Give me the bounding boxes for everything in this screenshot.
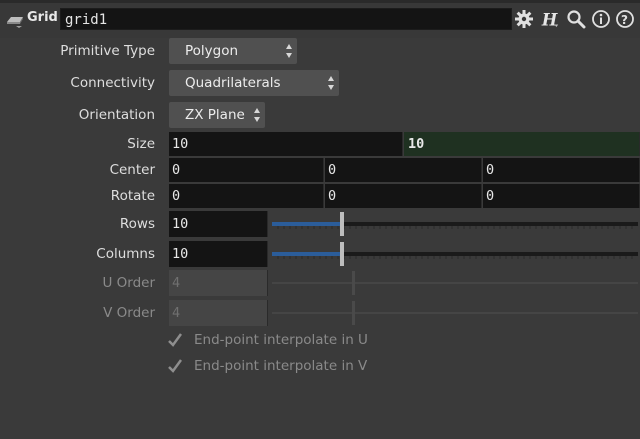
endpoint-u-label: End-point interpolate in U (194, 332, 368, 348)
columns-slider[interactable] (270, 242, 640, 266)
size-label: Size (127, 136, 155, 152)
rows-slider-handle[interactable] (340, 212, 344, 236)
svg-text:H: H (541, 10, 558, 29)
search-icon[interactable] (566, 9, 586, 29)
rotate-label: Rotate (110, 188, 155, 204)
center-x-input[interactable]: 0 (169, 158, 324, 182)
checkmark-icon (168, 333, 182, 347)
checkmark-icon (168, 359, 182, 373)
rows-slider[interactable] (270, 212, 640, 236)
orientation-menu[interactable]: ZX Plane (169, 102, 265, 128)
orientation-label: Orientation (78, 107, 155, 123)
endpoint-v-label: End-point interpolate in V (194, 358, 368, 374)
connectivity-menu[interactable]: Quadrilaterals (169, 70, 339, 96)
orientation-value: ZX Plane (185, 107, 245, 123)
help-icon[interactable]: ? (615, 9, 635, 29)
size-y-input[interactable]: 10 (404, 132, 640, 156)
connectivity-label: Connectivity (70, 75, 155, 91)
houdini-help-icon[interactable]: H (540, 9, 560, 29)
columns-slider-handle[interactable] (340, 242, 344, 266)
u-order-input: 4 (169, 270, 268, 296)
u-order-slider (272, 271, 638, 295)
top-divider (0, 0, 640, 3)
gear-icon[interactable] (514, 9, 534, 29)
parameter-header: Grid grid1 H ? (0, 0, 640, 38)
rotate-y-input[interactable]: 0 (325, 184, 482, 208)
center-y-input[interactable]: 0 (325, 158, 482, 182)
connectivity-value: Quadrilaterals (185, 75, 281, 91)
v-order-input: 4 (169, 300, 268, 326)
node-name-input[interactable]: grid1 (60, 8, 512, 30)
updown-arrows-icon (254, 108, 260, 122)
primitive-type-menu[interactable]: Polygon (169, 38, 297, 64)
info-icon[interactable] (591, 9, 611, 29)
v-order-label: V Order (103, 305, 155, 321)
rotate-z-input[interactable]: 0 (483, 184, 640, 208)
rows-slider-fill (272, 222, 342, 226)
rotate-x-input[interactable]: 0 (169, 184, 324, 208)
columns-label: Columns (96, 246, 155, 262)
endpoint-v-checkbox[interactable]: End-point interpolate in V (168, 358, 428, 376)
center-label: Center (109, 162, 155, 178)
primitive-type-label: Primitive Type (60, 43, 155, 59)
svg-text:?: ? (621, 13, 628, 27)
node-type-label: Grid (27, 10, 58, 25)
primitive-type-value: Polygon (185, 43, 239, 59)
updown-arrows-icon (328, 76, 334, 90)
rows-input[interactable]: 10 (169, 211, 268, 237)
v-order-slider (272, 301, 638, 325)
rows-label: Rows (119, 216, 155, 232)
updown-arrows-icon (286, 44, 292, 58)
node-type-icon[interactable] (5, 12, 25, 28)
u-order-label: U Order (102, 275, 155, 291)
center-z-input[interactable]: 0 (483, 158, 640, 182)
columns-input[interactable]: 10 (169, 241, 268, 267)
size-x-input[interactable]: 10 (169, 132, 403, 156)
columns-slider-fill (272, 252, 342, 256)
endpoint-u-checkbox[interactable]: End-point interpolate in U (168, 332, 428, 350)
